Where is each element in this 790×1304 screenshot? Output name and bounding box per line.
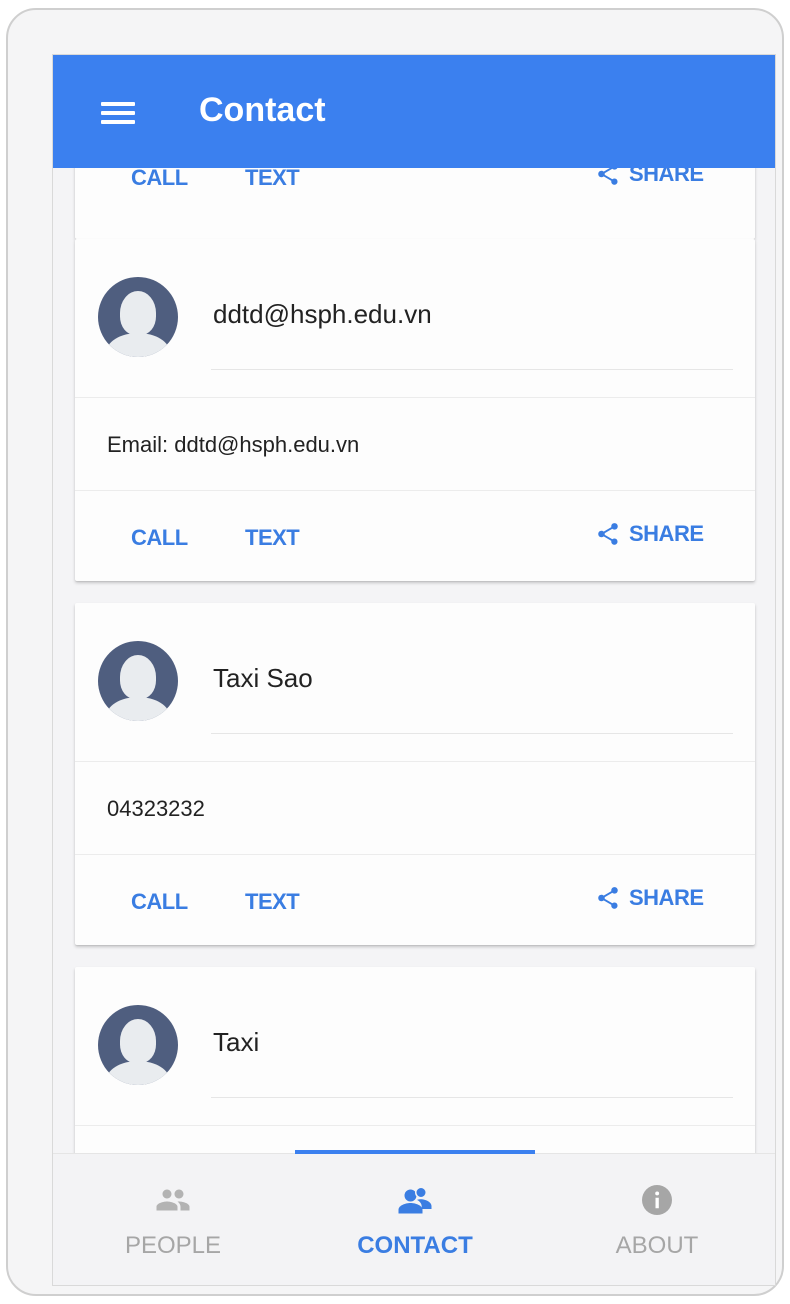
nav-label-people: PEOPLE	[124, 1232, 222, 1259]
share-icon	[598, 887, 618, 909]
text-button[interactable]: TEXT	[245, 525, 300, 551]
contact-detail: 04323232	[107, 796, 205, 821]
contact-name: Taxi	[213, 1027, 260, 1057]
page-title: Contact	[199, 91, 326, 129]
contact-card: ddtd@hsph.edu.vn Email: ddtd@hsph.edu.vn…	[75, 239, 755, 581]
people-icon	[156, 1189, 190, 1211]
device-frame: Contact CALL TEXT SHARE ddtd@hsph.edu.vn…	[6, 8, 784, 1296]
hamburger-menu-icon[interactable]	[101, 102, 135, 124]
card-body: Email: ddtd@hsph.edu.vn	[75, 397, 755, 491]
contact-name: ddtd@hsph.edu.vn	[213, 299, 432, 329]
nav-label-about: ABOUT	[615, 1232, 699, 1259]
card-actions: CALL TEXT SHARE	[75, 855, 755, 945]
nav-tab-about[interactable]: ABOUT	[537, 1154, 775, 1285]
card-header: Taxi	[75, 967, 755, 1125]
app-bar: Contact	[53, 55, 775, 168]
share-label: SHARE	[629, 885, 704, 910]
call-button[interactable]: CALL	[131, 165, 188, 191]
text-button[interactable]: TEXT	[245, 889, 300, 915]
avatar	[98, 277, 178, 357]
share-label: SHARE	[629, 521, 704, 546]
avatar	[98, 1005, 178, 1085]
share-button[interactable]: SHARE	[595, 521, 704, 547]
call-button[interactable]: CALL	[131, 525, 188, 551]
contacts-icon	[398, 1186, 432, 1214]
card-header: ddtd@hsph.edu.vn	[75, 239, 755, 397]
contact-name: Taxi Sao	[213, 663, 313, 693]
contact-card: Taxi	[75, 967, 755, 1153]
nav-label-contact: CONTACT	[357, 1232, 473, 1259]
avatar	[98, 641, 178, 721]
card-header: Taxi Sao	[75, 603, 755, 761]
text-button[interactable]: TEXT	[245, 165, 300, 191]
divider	[211, 1097, 733, 1098]
call-button[interactable]: CALL	[131, 889, 188, 915]
app-screen: Contact CALL TEXT SHARE ddtd@hsph.edu.vn…	[52, 54, 776, 1286]
info-icon	[642, 1185, 672, 1215]
divider	[211, 369, 733, 370]
contact-list[interactable]: CALL TEXT SHARE ddtd@hsph.edu.vn Email: …	[53, 55, 775, 1153]
nav-tab-contact[interactable]: CONTACT	[295, 1154, 535, 1285]
bottom-navigation: PEOPLE CONTACT ABOUT	[53, 1150, 775, 1285]
nav-tab-people[interactable]: PEOPLE	[53, 1154, 293, 1285]
share-button[interactable]: SHARE	[595, 885, 704, 911]
divider	[211, 733, 733, 734]
card-actions: CALL TEXT SHARE	[75, 491, 755, 581]
card-body: 04323232	[75, 761, 755, 855]
share-icon	[598, 523, 618, 545]
contact-card: Taxi Sao 04323232 CALL TEXT SHARE	[75, 603, 755, 945]
contact-detail: Email: ddtd@hsph.edu.vn	[107, 432, 360, 457]
card-body	[75, 1125, 755, 1153]
